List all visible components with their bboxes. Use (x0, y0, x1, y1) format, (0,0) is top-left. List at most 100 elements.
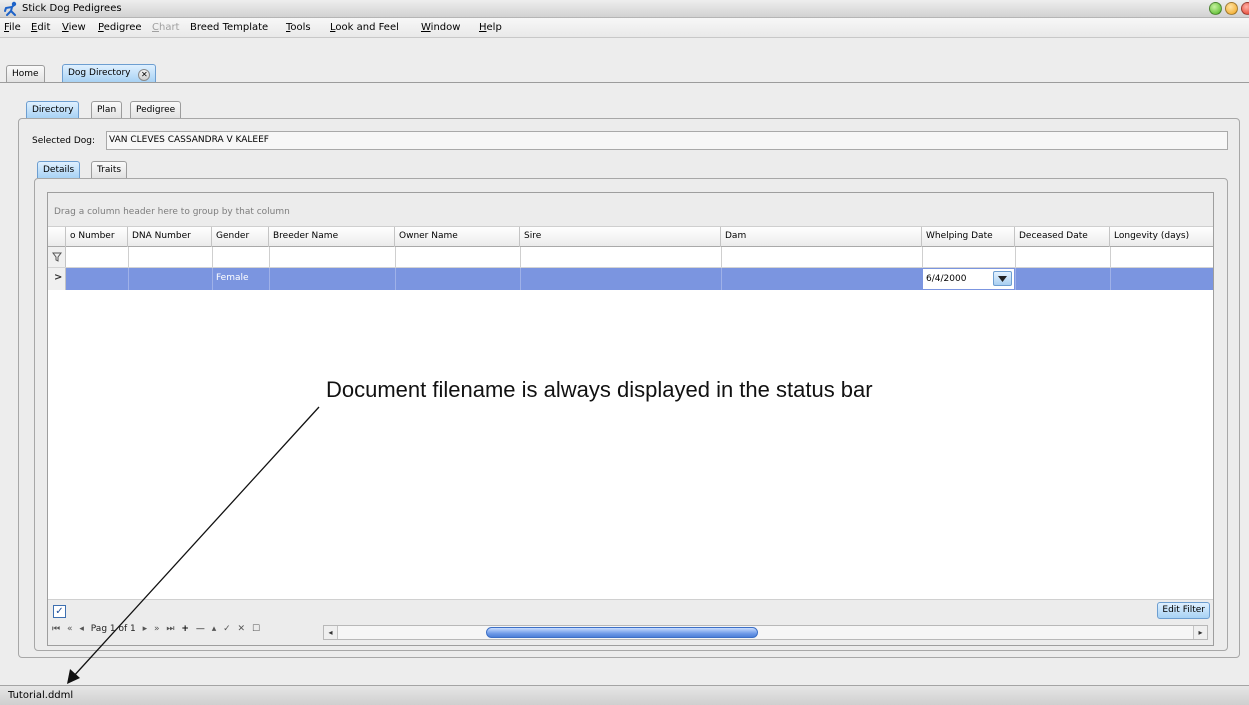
grid-divider (520, 268, 521, 290)
dog-grid: Drag a column header here to group by th… (47, 192, 1214, 646)
menu-look-and-feel[interactable]: Look and Feel (330, 22, 399, 33)
add-record-icon[interactable]: + (181, 624, 189, 634)
column-header-owner-name[interactable]: Owner Name (395, 227, 520, 247)
selected-dog-field: VAN CLEVES CASSANDRA V KALEEF (106, 131, 1228, 150)
menu-breed-template[interactable]: Breed Template (190, 22, 268, 33)
grid-divider (395, 268, 396, 290)
move-up-icon[interactable]: ▴ (212, 624, 217, 634)
column-header-number[interactable]: o Number (66, 227, 128, 247)
minimize-button[interactable] (1209, 2, 1222, 15)
table-row[interactable]: > Female 6/4/2000 (48, 268, 1213, 290)
menu-bar: File Edit View Pedigree Chart Breed Temp… (0, 18, 1249, 38)
tab-home[interactable]: Home (6, 65, 45, 82)
tab-traits-label: Traits (97, 165, 122, 175)
refresh-icon[interactable]: ☐ (252, 624, 260, 634)
menu-help[interactable]: Help (479, 22, 502, 33)
scroll-left-icon[interactable]: ◂ (324, 626, 338, 639)
grid-divider (721, 247, 722, 267)
annotation-text: Document filename is always displayed in… (326, 377, 873, 402)
filter-enabled-checkbox[interactable]: ✓ (53, 605, 66, 618)
status-filename: Tutorial.ddml (8, 690, 74, 701)
tab-details[interactable]: Details (37, 161, 81, 178)
grid-divider (269, 268, 270, 290)
column-header-gender[interactable]: Gender (212, 227, 269, 247)
grid-divider (212, 247, 213, 267)
window-title: Stick Dog Pedigrees (22, 3, 122, 14)
grid-divider (922, 247, 923, 267)
tab-plan[interactable]: Plan (91, 101, 123, 118)
tab-dog-directory[interactable]: Dog Directory ✕ (62, 64, 157, 82)
menu-file[interactable]: File (4, 22, 21, 33)
tab-pedigree-label: Pedigree (136, 105, 176, 115)
row-header-corner (48, 227, 66, 247)
grid-divider (721, 268, 722, 290)
grid-divider (269, 247, 270, 267)
next-record-icon[interactable]: ▸ (143, 624, 148, 634)
delete-record-icon[interactable]: — (196, 624, 205, 634)
tab-strip-divider (0, 82, 1249, 83)
edit-filter-button[interactable]: Edit Filter (1157, 602, 1210, 619)
tab-directory-label: Directory (32, 105, 74, 115)
scroll-right-icon[interactable]: ▸ (1193, 626, 1207, 639)
filter-icon (52, 252, 62, 262)
date-dropdown-button[interactable] (993, 271, 1012, 286)
grid-divider (1015, 247, 1016, 267)
column-header-whelping-date[interactable]: Whelping Date (922, 227, 1015, 247)
status-bar: Tutorial.ddml (0, 685, 1249, 705)
tab-traits[interactable]: Traits (91, 161, 128, 178)
menu-edit[interactable]: Edit (31, 22, 50, 33)
confirm-icon[interactable]: ✓ (223, 624, 231, 634)
app-logo-icon (4, 1, 17, 16)
maximize-button[interactable] (1225, 2, 1238, 15)
group-by-hint: Drag a column header here to group by th… (54, 207, 290, 217)
menu-window[interactable]: Window (421, 22, 460, 33)
previous-record-icon[interactable]: ◂ (79, 624, 84, 634)
grid-divider (395, 247, 396, 267)
column-header-deceased-date[interactable]: Deceased Date (1015, 227, 1110, 247)
tab-home-label: Home (12, 69, 39, 79)
menu-chart[interactable]: Chart (152, 22, 179, 33)
row-indicator-icon: > (54, 272, 63, 283)
close-tab-icon[interactable]: ✕ (138, 69, 151, 81)
grid-divider (128, 247, 129, 267)
filter-row-selector (48, 247, 66, 267)
column-header-sire[interactable]: Sire (520, 227, 721, 247)
last-record-icon[interactable]: ⏭ (166, 624, 174, 634)
chevron-down-icon (998, 276, 1007, 282)
row-selector[interactable]: > (48, 268, 66, 290)
tab-directory[interactable]: Directory (26, 101, 80, 118)
scrollbar-thumb[interactable] (486, 627, 758, 638)
previous-page-icon[interactable]: « (67, 624, 73, 634)
whelping-date-editor[interactable]: 6/4/2000 (922, 268, 1015, 290)
grid-divider (128, 268, 129, 290)
close-window-button[interactable] (1241, 2, 1249, 15)
column-header-dam[interactable]: Dam (721, 227, 922, 247)
grid-divider (1110, 268, 1111, 290)
next-page-icon[interactable]: » (154, 624, 160, 634)
filter-row[interactable] (48, 247, 1213, 268)
horizontal-scrollbar[interactable]: ◂ ▸ (323, 625, 1208, 640)
grid-divider (1110, 247, 1111, 267)
tab-details-label: Details (43, 165, 75, 175)
grid-divider (1015, 268, 1016, 290)
grid-navigator: ⏮ « ◂ Pag 1 of 1 ▸ » ⏭ + — ▴ ✓ ✕ ☐ (52, 624, 264, 640)
column-header-longevity[interactable]: Longevity (days) (1110, 227, 1213, 247)
page-indicator: Pag 1 of 1 (90, 624, 136, 634)
document-tab-strip: Home Dog Directory ✕ (0, 38, 1249, 83)
title-bar: Stick Dog Pedigrees (0, 0, 1249, 18)
column-header-breeder-name[interactable]: Breeder Name (269, 227, 395, 247)
tab-dog-directory-label: Dog Directory (68, 68, 131, 78)
first-record-icon[interactable]: ⏮ (52, 624, 60, 634)
cell-gender[interactable]: Female (212, 268, 269, 290)
tab-plan-label: Plan (97, 105, 117, 115)
grid-footer: ✓ Edit Filter ⏮ « ◂ Pag 1 of 1 ▸ » ⏭ + —… (48, 599, 1213, 645)
tab-pedigree[interactable]: Pedigree (130, 101, 182, 118)
menu-tools[interactable]: Tools (286, 22, 311, 33)
selected-dog-label: Selected Dog: (32, 136, 96, 146)
column-header-dna-number[interactable]: DNA Number (128, 227, 212, 247)
whelping-date-value[interactable]: 6/4/2000 (926, 274, 966, 284)
group-by-area[interactable]: Drag a column header here to group by th… (48, 193, 1213, 227)
menu-view[interactable]: View (62, 22, 86, 33)
menu-pedigree[interactable]: Pedigree (98, 22, 142, 33)
cancel-icon[interactable]: ✕ (238, 624, 246, 634)
